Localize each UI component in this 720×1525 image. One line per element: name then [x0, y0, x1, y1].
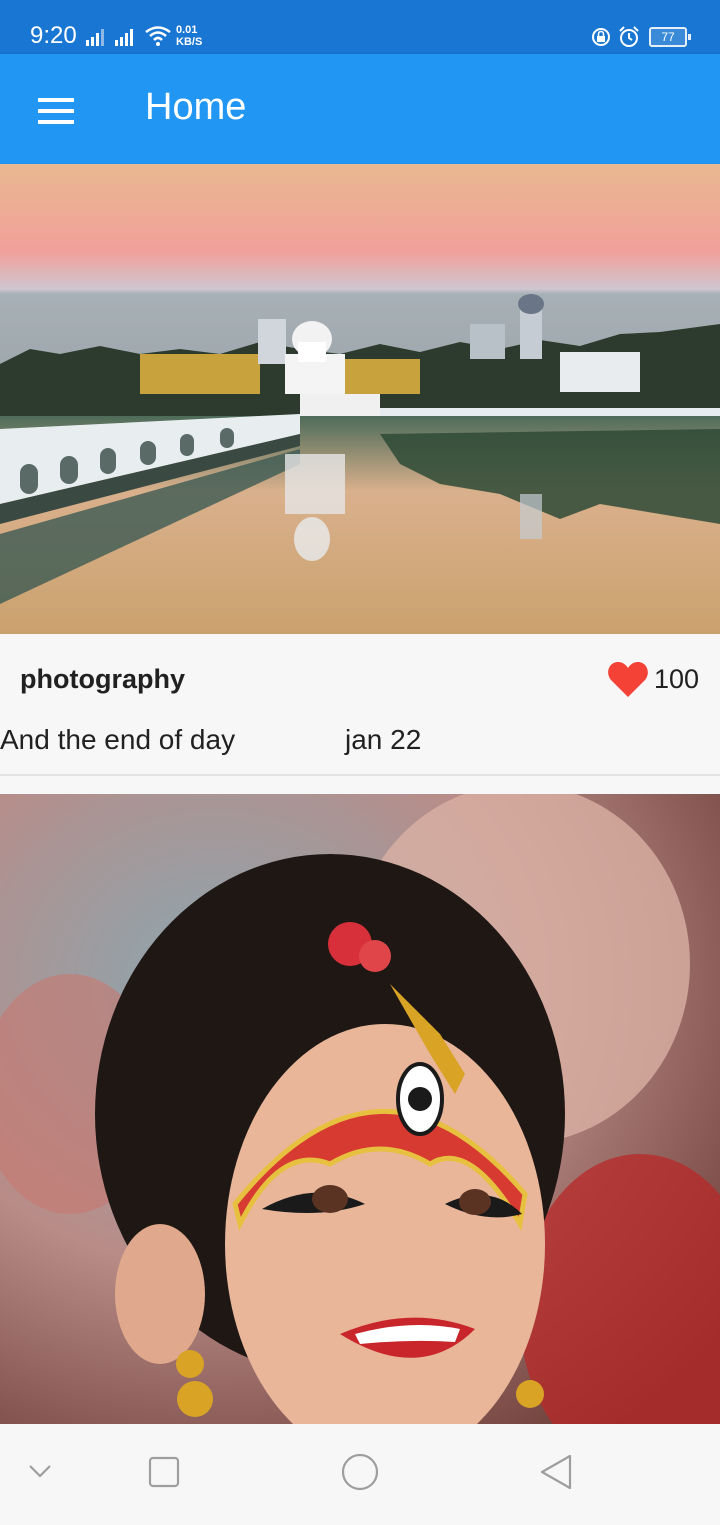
network-speed: 0.01 KB/S: [176, 24, 202, 48]
rotation-lock-icon: [592, 28, 610, 46]
nav-recents-button[interactable]: [140, 1424, 188, 1520]
status-bar: 9:20 0.01 KB/S 77: [0, 0, 720, 54]
nav-back-button[interactable]: [532, 1424, 580, 1520]
recents-square-icon: [148, 1456, 180, 1488]
post-date: jan 22: [345, 724, 422, 755]
app-bar: Home: [0, 54, 720, 164]
wifi-icon: [145, 26, 171, 46]
post-category: photography: [20, 664, 185, 694]
system-navigation-bar: [0, 1424, 720, 1520]
menu-button[interactable]: [30, 92, 82, 130]
network-speed-value: 0.01: [176, 24, 198, 36]
like-count: 100: [654, 664, 700, 694]
network-speed-unit: KB/S: [176, 36, 203, 48]
post-image[interactable]: [0, 164, 720, 634]
post-image[interactable]: [0, 794, 720, 1424]
girl-with-face-paint-image: [0, 794, 720, 1424]
hamburger-menu-icon: [38, 98, 74, 124]
lake-temple-sunset-image: [0, 164, 720, 634]
signal-strength-icon: [86, 29, 104, 46]
signal-strength-icon: [115, 29, 133, 46]
battery-indicator: 77: [649, 27, 691, 47]
card-divider: [0, 774, 720, 776]
page-title: Home: [145, 86, 247, 128]
home-circle-icon: [341, 1453, 379, 1491]
heart-icon: [608, 662, 648, 697]
nav-home-button[interactable]: [336, 1424, 384, 1520]
nav-collapse-button[interactable]: [20, 1424, 60, 1520]
status-time: 9:20: [30, 22, 77, 49]
alarm-clock-icon: [619, 26, 639, 47]
chevron-down-icon: [29, 1465, 51, 1478]
post-caption: And the end of day: [0, 724, 236, 755]
back-triangle-icon: [540, 1454, 572, 1490]
